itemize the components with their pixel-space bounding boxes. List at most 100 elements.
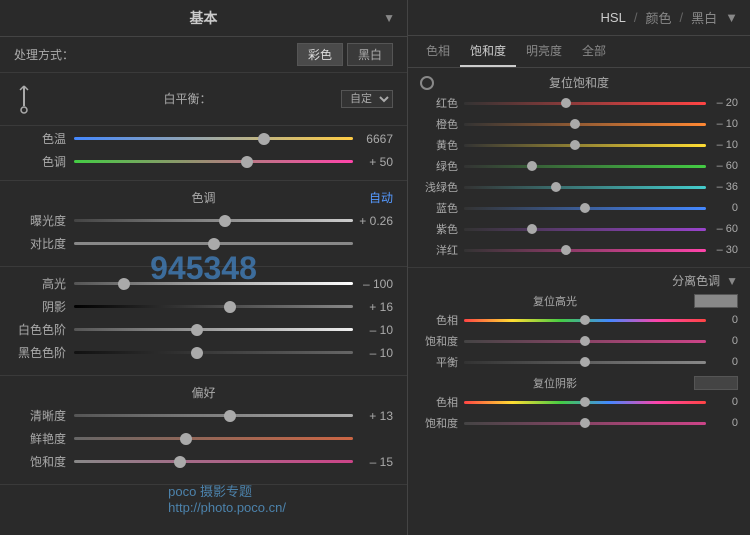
tint-thumb[interactable] [241,156,253,168]
wb-center: 白平衡： [34,90,341,109]
wb-eyedropper-icon[interactable] [14,79,34,119]
contrast-slider[interactable] [74,236,353,252]
ts-hue-slider[interactable] [464,313,706,327]
color-track-blue [464,207,706,210]
saturation-slider[interactable] [74,454,353,470]
vibrance-slider[interactable] [74,431,353,447]
temp-row: 色温 6667 [14,130,393,147]
shadow-color-box[interactable] [694,376,738,390]
vibrance-track [74,437,353,440]
color-row-purple: 紫色 – 60 [420,221,738,237]
divider1: / [634,10,638,25]
contrast-label: 对比度 [14,235,66,252]
ts-shadow-hue-slider[interactable] [464,395,706,409]
wb-select[interactable]: 自定 [341,90,393,108]
process-color-button[interactable]: 彩色 [297,43,343,66]
pref-section: 偏好 清晰度 + 13 鲜艳度 饱和度 [0,376,407,485]
ts-shadow-hue-value: 0 [710,396,738,408]
temp-thumb[interactable] [258,133,270,145]
color-label-green: 绿色 [420,158,458,174]
ts-hue-thumb[interactable] [580,315,590,325]
color-slider-red[interactable] [464,96,706,110]
temp-slider[interactable] [74,131,353,147]
color-slider-green[interactable] [464,159,706,173]
shadow-thumb[interactable] [224,301,236,313]
color-thumb-aqua[interactable] [551,182,561,192]
color-slider-yellow[interactable] [464,138,706,152]
clarity-thumb[interactable] [224,410,236,422]
color-slider-aqua[interactable] [464,180,706,194]
color-slider-magenta[interactable] [464,243,706,257]
ts-shadow-hue-thumb[interactable] [580,397,590,407]
black-slider[interactable] [74,345,353,361]
contrast-track [74,242,353,245]
right-panel-arrow-icon[interactable]: ▼ [725,10,738,25]
color-thumb-purple[interactable] [527,224,537,234]
color-thumb-blue[interactable] [580,203,590,213]
ts-sat-thumb[interactable] [580,336,590,346]
ts-balance-thumb[interactable] [580,357,590,367]
temp-label: 色温 [14,130,66,147]
color-track-purple [464,228,706,231]
tab-saturation[interactable]: 饱和度 [460,36,516,67]
color-row-red: 红色 – 20 [420,95,738,111]
black-label: 黑色色阶 [14,344,66,361]
black-thumb[interactable] [191,347,203,359]
color-label-blue: 蓝色 [420,200,458,216]
shadow-slider[interactable] [74,299,353,315]
highlight-thumb[interactable] [118,278,130,290]
contrast-thumb[interactable] [208,238,220,250]
ts-sat-row: 饱和度 0 [420,333,738,349]
ts-shadow-hue-row: 色相 0 [420,394,738,410]
color-track-magenta [464,249,706,252]
color-row-green: 绿色 – 60 [420,158,738,174]
vibrance-thumb[interactable] [180,433,192,445]
exposure-slider[interactable] [74,213,353,229]
exposure-thumb[interactable] [219,215,231,227]
tint-value: + 50 [353,155,393,169]
saturation-value: – 15 [353,455,393,469]
tone-title-row: 色调 自动 [14,189,393,206]
sat-title: 复位饱和度 [420,74,738,91]
left-panel-arrow-icon[interactable]: ▼ [383,11,395,25]
color-thumb-yellow[interactable] [570,140,580,150]
tint-label: 色调 [14,153,66,170]
color-thumb-magenta[interactable] [561,245,571,255]
tint-slider[interactable] [74,154,353,170]
ts-balance-row: 平衡 0 [420,354,738,370]
highlight-slider[interactable] [74,276,353,292]
color-thumb-orange[interactable] [570,119,580,129]
highlight-color-box[interactable] [694,294,738,308]
ts-shadow-sat-thumb[interactable] [580,418,590,428]
white-thumb[interactable] [191,324,203,336]
white-slider[interactable] [74,322,353,338]
tone-split-arrow-icon[interactable]: ▼ [726,274,738,288]
shadow-value: + 16 [353,300,393,314]
exposure-row: 曝光度 + 0.26 [14,212,393,229]
ts-balance-slider[interactable] [464,355,706,369]
color-thumb-red[interactable] [561,98,571,108]
ts-sat-label: 饱和度 [420,333,458,349]
color-slider-orange[interactable] [464,117,706,131]
color-row-blue: 蓝色 0 [420,200,738,216]
auto-button[interactable]: 自动 [369,189,393,206]
color-track-red [464,102,706,105]
right-header: HSL / 颜色 / 黑白 ▼ [408,0,750,36]
clarity-slider[interactable] [74,408,353,424]
color-slider-purple[interactable] [464,222,706,236]
clarity-row: 清晰度 + 13 [14,407,393,424]
saturation-thumb[interactable] [174,456,186,468]
color-thumb-green[interactable] [527,161,537,171]
process-bw-button[interactable]: 黑白 [347,43,393,66]
white-track [74,328,353,331]
ts-balance-label: 平衡 [420,354,458,370]
color-slider-blue[interactable] [464,201,706,215]
temp-value: 6667 [353,132,393,146]
hsl-label: HSL [601,10,626,25]
ts-sat-slider[interactable] [464,334,706,348]
pref-title: 偏好 [191,384,215,401]
ts-shadow-sat-slider[interactable] [464,416,706,430]
tab-brightness[interactable]: 明亮度 [516,36,572,67]
tab-hue[interactable]: 色相 [416,36,460,67]
tab-all[interactable]: 全部 [572,36,616,67]
